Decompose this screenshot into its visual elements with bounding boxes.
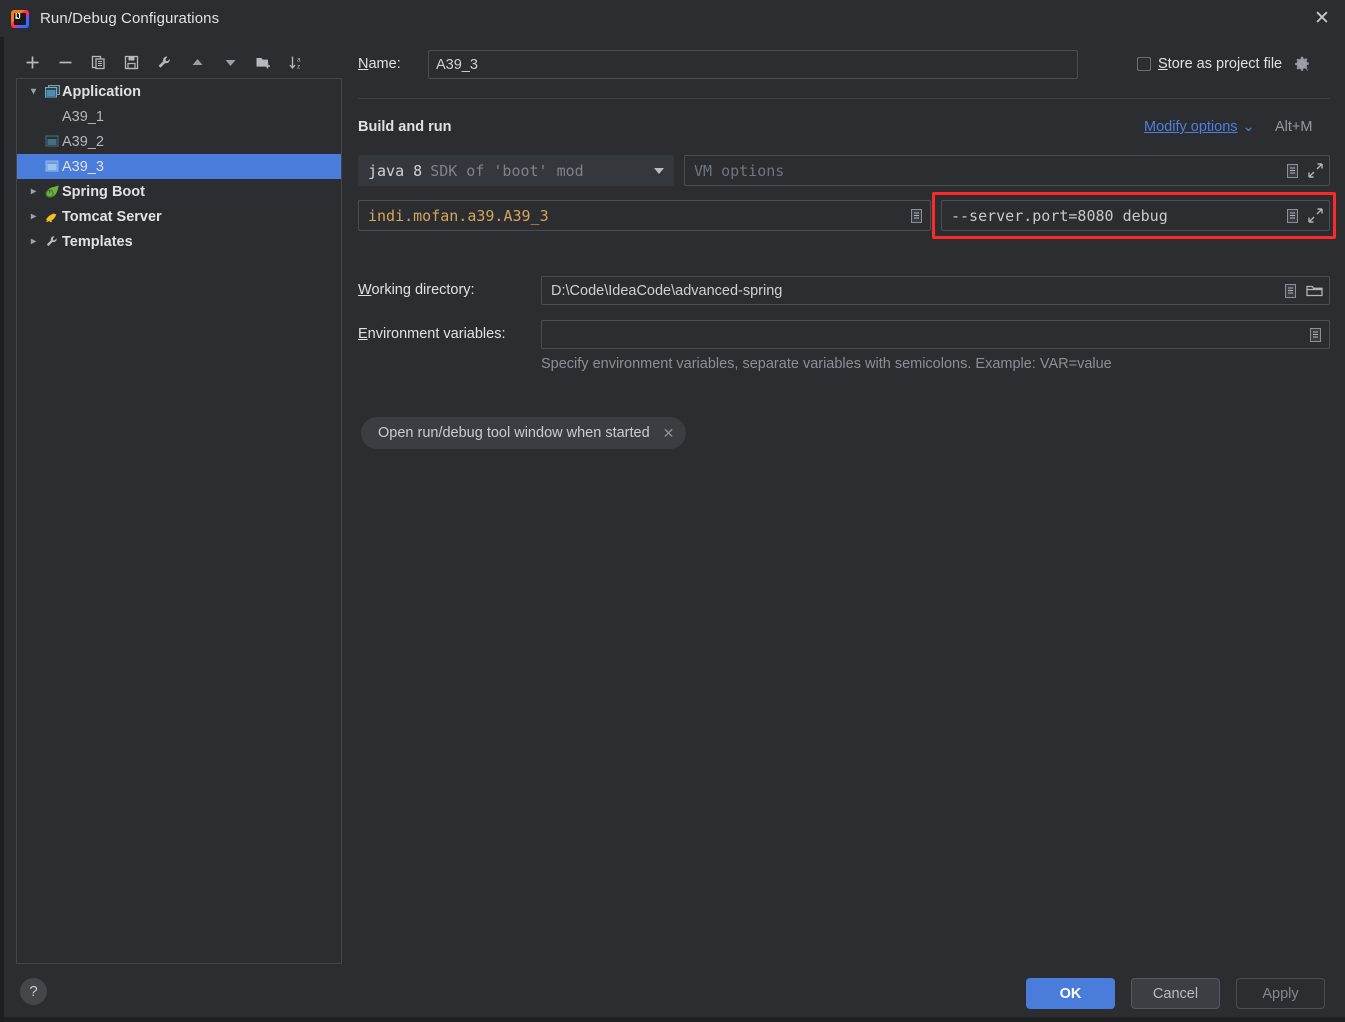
working-directory-input[interactable]: D:\Code\IdeaCode\advanced-spring	[541, 276, 1330, 305]
store-as-project-file-label: Store as project file	[1158, 56, 1283, 72]
open-run-debug-tool-window-chip[interactable]: Open run/debug tool window when started …	[361, 417, 687, 449]
chevron-down-icon[interactable]	[654, 167, 664, 174]
configuration-toolbar: a z	[16, 47, 342, 77]
expand-icon[interactable]	[1308, 163, 1323, 178]
tree-item-label: Tomcat Server	[62, 208, 162, 225]
main-class-value: indi.mofan.a39.A39_3	[368, 206, 549, 225]
vm-options-input[interactable]: VM options	[684, 155, 1330, 186]
background-ide-sliver-bottom	[0, 1017, 1345, 1022]
svg-text:z: z	[297, 63, 300, 70]
working-directory-value: D:\Code\IdeaCode\advanced-spring	[551, 282, 783, 299]
dialog-title-bar: Run/Debug Configurations ✕	[0, 0, 1345, 37]
expand-editor-icon[interactable]	[1285, 208, 1300, 224]
remove-configuration-button[interactable]	[49, 48, 82, 76]
sort-alphabetically-button[interactable]: a z	[280, 48, 313, 76]
close-icon[interactable]: ✕	[1299, 0, 1345, 37]
modify-options-button[interactable]: Modify options ⌄	[1144, 119, 1255, 135]
chip-label: Open run/debug tool window when started	[378, 425, 650, 441]
new-folder-button[interactable]	[247, 48, 280, 76]
intellij-idea-icon	[11, 9, 29, 28]
wrench-icon	[42, 234, 62, 249]
svg-text:a: a	[297, 56, 301, 63]
ok-button[interactable]: OK	[1026, 978, 1115, 1009]
jre-value: java 8	[368, 161, 423, 180]
tree-item-label: A39_3	[62, 158, 104, 175]
cancel-button[interactable]: Cancel	[1131, 978, 1220, 1009]
expand-editor-icon[interactable]	[1283, 283, 1298, 299]
chevron-down-icon[interactable]: ▾	[25, 86, 42, 97]
store-as-project-file-checkbox[interactable]	[1137, 57, 1151, 71]
add-configuration-button[interactable]	[16, 48, 49, 76]
build-and-run-title: Build and run	[358, 119, 452, 135]
expand-icon[interactable]	[1308, 208, 1323, 223]
main-class-field-actions	[909, 208, 924, 224]
jre-hint: SDK of 'boot' mod	[430, 161, 584, 180]
modify-options-label: Modify options	[1144, 119, 1238, 135]
tree-item-label: A39_1	[62, 108, 104, 125]
application-icon	[42, 135, 62, 148]
name-input[interactable]: A39_3	[428, 50, 1078, 79]
jre-select[interactable]: java 8 SDK of 'boot' mod	[358, 155, 674, 186]
program-arguments-field-actions	[1285, 208, 1323, 224]
tree-item-a39-3[interactable]: A39_3	[17, 154, 341, 179]
tomcat-icon	[42, 209, 62, 224]
help-button[interactable]: ?	[20, 978, 47, 1005]
environment-variables-field-actions	[1308, 327, 1323, 343]
program-arguments-value: --server.port=8080 debug	[951, 206, 1168, 225]
configurations-tree[interactable]: ▾ Application A39_1 A39_2 A39_3 ▸ Spring…	[16, 78, 342, 964]
store-as-project-file-row[interactable]: Store as project file	[1137, 56, 1310, 72]
tree-item-application[interactable]: ▾ Application	[17, 79, 341, 104]
spring-boot-icon	[42, 184, 62, 199]
tree-item-spring-boot[interactable]: ▸ Spring Boot	[17, 179, 341, 204]
environment-variables-input[interactable]	[541, 320, 1330, 349]
expand-editor-icon[interactable]	[1285, 163, 1300, 179]
folder-browse-icon[interactable]	[1306, 283, 1323, 298]
tree-item-tomcat-server[interactable]: ▸ Tomcat Server	[17, 204, 341, 229]
chevron-down-icon: ⌄	[1242, 119, 1255, 135]
chevron-right-icon[interactable]: ▸	[25, 236, 42, 247]
edit-templates-wrench-icon[interactable]	[148, 48, 181, 76]
tree-item-a39-1[interactable]: A39_1	[17, 104, 341, 129]
tree-item-templates[interactable]: ▸ Templates	[17, 229, 341, 254]
working-directory-field-actions	[1283, 283, 1323, 299]
gear-icon[interactable]	[1294, 56, 1310, 72]
dialog-title: Run/Debug Configurations	[40, 10, 220, 27]
application-icon	[42, 160, 62, 173]
save-configuration-button[interactable]	[115, 48, 148, 76]
tree-item-label: Spring Boot	[62, 183, 145, 200]
tree-item-label: Application	[62, 83, 141, 100]
expand-editor-icon[interactable]	[1308, 327, 1323, 343]
program-arguments-input[interactable]: --server.port=8080 debug	[941, 200, 1330, 231]
move-up-button[interactable]	[181, 48, 214, 76]
copy-configuration-button[interactable]	[82, 48, 115, 76]
chevron-right-icon[interactable]: ▸	[25, 211, 42, 222]
vm-options-field-actions	[1285, 163, 1323, 179]
modify-options-shortcut: Alt+M	[1275, 119, 1313, 135]
environment-variables-label: Environment variables:	[358, 326, 506, 342]
apply-button[interactable]: Apply	[1236, 978, 1325, 1009]
close-icon[interactable]: ✕	[663, 426, 675, 440]
tree-item-label: A39_2	[62, 133, 104, 150]
main-class-input[interactable]: indi.mofan.a39.A39_3	[358, 200, 931, 231]
vm-options-placeholder: VM options	[694, 161, 785, 180]
application-icon	[42, 85, 62, 98]
background-ide-sliver-left	[0, 0, 4, 1022]
expand-editor-icon[interactable]	[909, 208, 924, 224]
tree-item-label: Templates	[62, 233, 133, 250]
environment-variables-hint: Specify environment variables, separate …	[541, 356, 1112, 372]
working-directory-label: Working directory:	[358, 282, 475, 298]
section-divider	[358, 98, 1330, 99]
run-debug-configurations-dialog: Run/Debug Configurations ✕	[0, 0, 1345, 1022]
move-down-button[interactable]	[214, 48, 247, 76]
name-label: Name:	[358, 56, 401, 72]
chevron-right-icon[interactable]: ▸	[25, 186, 42, 197]
tree-item-a39-2[interactable]: A39_2	[17, 129, 341, 154]
